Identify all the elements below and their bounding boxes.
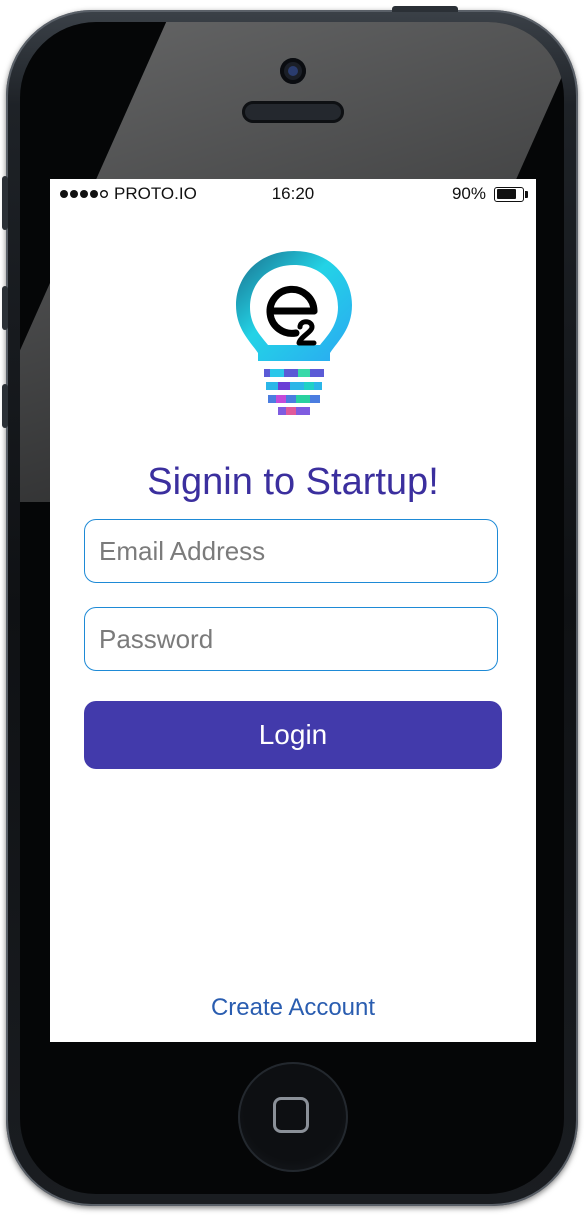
earpiece-speaker	[242, 101, 344, 123]
front-camera	[280, 58, 306, 84]
battery-fill	[496, 189, 517, 199]
email-field[interactable]	[84, 519, 498, 583]
app-screen: PROTO.IO 16:20 90% Signin to Startup! Em…	[50, 179, 536, 1042]
password-field[interactable]	[84, 607, 498, 671]
create-account-link[interactable]: Create Account	[50, 994, 536, 1022]
volume-down-button	[2, 384, 8, 428]
battery-icon	[494, 186, 528, 202]
status-right: 90%	[451, 184, 528, 204]
mute-switch	[2, 176, 8, 230]
page-title: Signin to Startup!	[147, 461, 439, 503]
status-bar: PROTO.IO 16:20 90%	[50, 179, 536, 209]
home-button[interactable]	[238, 1062, 348, 1172]
lightbulb-icon	[226, 245, 362, 421]
battery-percent: 90%	[451, 184, 486, 203]
volume-up-button	[2, 286, 8, 330]
power-button	[392, 6, 458, 12]
home-square-icon	[273, 1097, 309, 1133]
login-button[interactable]: Login	[84, 701, 502, 769]
